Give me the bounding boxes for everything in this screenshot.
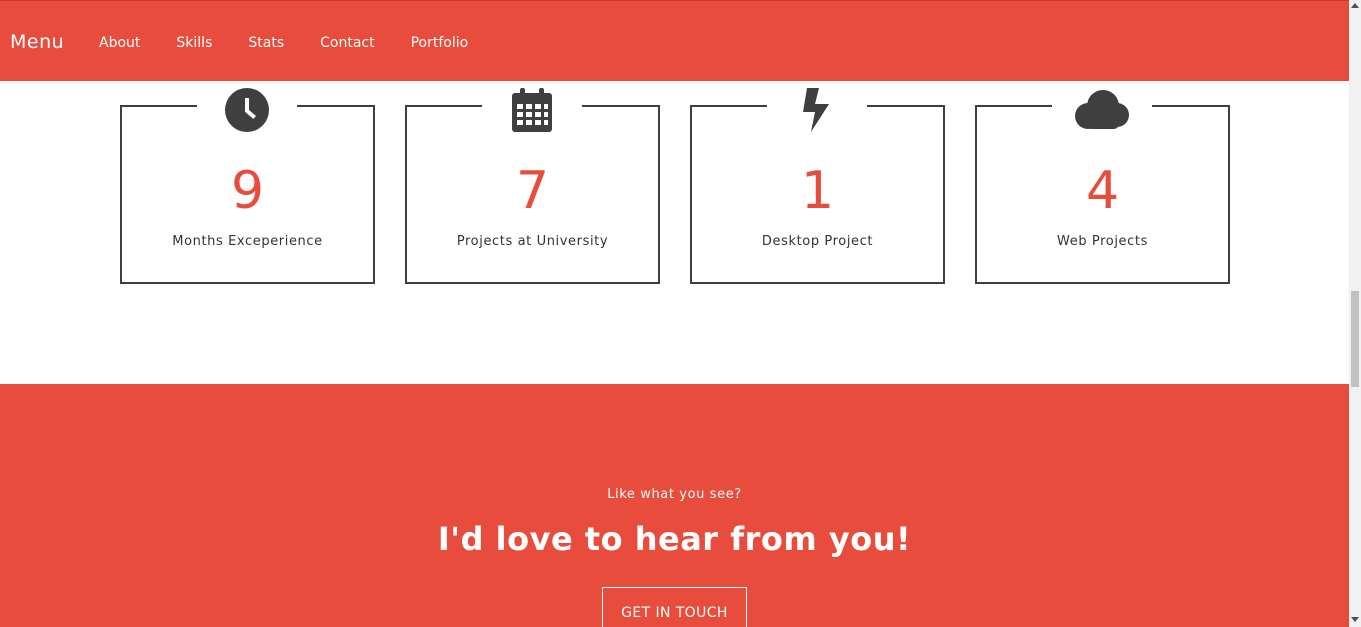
stat-card-experience: 9 Months Exceperience	[120, 83, 375, 284]
nav-link-stats[interactable]: Stats	[248, 35, 284, 51]
stat-icon-wrap	[482, 83, 582, 137]
stat-card-web: 4 Web Projects	[975, 83, 1230, 284]
stat-label: Months Exceperience	[172, 234, 323, 249]
clock-icon	[225, 88, 269, 132]
calendar-icon	[512, 88, 552, 132]
scroll-up-arrow-icon[interactable]	[1351, 3, 1359, 8]
stat-icon-wrap	[767, 83, 867, 137]
nav-link-about[interactable]: About	[99, 35, 140, 51]
stat-label: Projects at University	[456, 234, 609, 249]
nav-link-skills[interactable]: Skills	[176, 35, 212, 51]
get-in-touch-button[interactable]: GET IN TOUCH	[602, 587, 747, 627]
stat-number: 1	[800, 161, 835, 221]
stat-label: Web Projects	[1057, 234, 1148, 249]
nav-link-contact[interactable]: Contact	[320, 35, 374, 51]
stat-card-desktop: 1 Desktop Project	[690, 83, 945, 284]
cta-section: Like what you see? I'd love to hear from…	[0, 384, 1349, 627]
scrollbar-thumb[interactable]	[1351, 291, 1359, 387]
stat-number: 7	[515, 161, 550, 221]
nav-brand-menu[interactable]: Menu	[10, 31, 64, 53]
stat-number: 4	[1085, 161, 1120, 221]
stat-number: 9	[230, 161, 265, 221]
page: Menu About Skills Stats Contact Portfoli…	[0, 0, 1349, 627]
navbar: Menu About Skills Stats Contact Portfoli…	[0, 0, 1349, 81]
scroll-down-arrow-icon[interactable]	[1351, 617, 1359, 622]
lightning-icon	[803, 88, 829, 132]
vertical-scrollbar[interactable]	[1349, 0, 1361, 627]
cloud-icon	[1075, 90, 1129, 129]
stat-label: Desktop Project	[761, 234, 874, 249]
stats-section: 9 Months Exceperience 7 Projects at Univ…	[0, 81, 1349, 384]
cta-kicker: Like what you see?	[607, 487, 742, 502]
stat-icon-wrap	[197, 83, 297, 137]
nav-links: About Skills Stats Contact Portfolio	[99, 35, 504, 51]
stat-icon-wrap	[1052, 83, 1152, 137]
cta-title: I'd love to hear from you!	[437, 520, 912, 558]
stat-card-university: 7 Projects at University	[405, 83, 660, 284]
nav-link-portfolio[interactable]: Portfolio	[411, 35, 469, 51]
